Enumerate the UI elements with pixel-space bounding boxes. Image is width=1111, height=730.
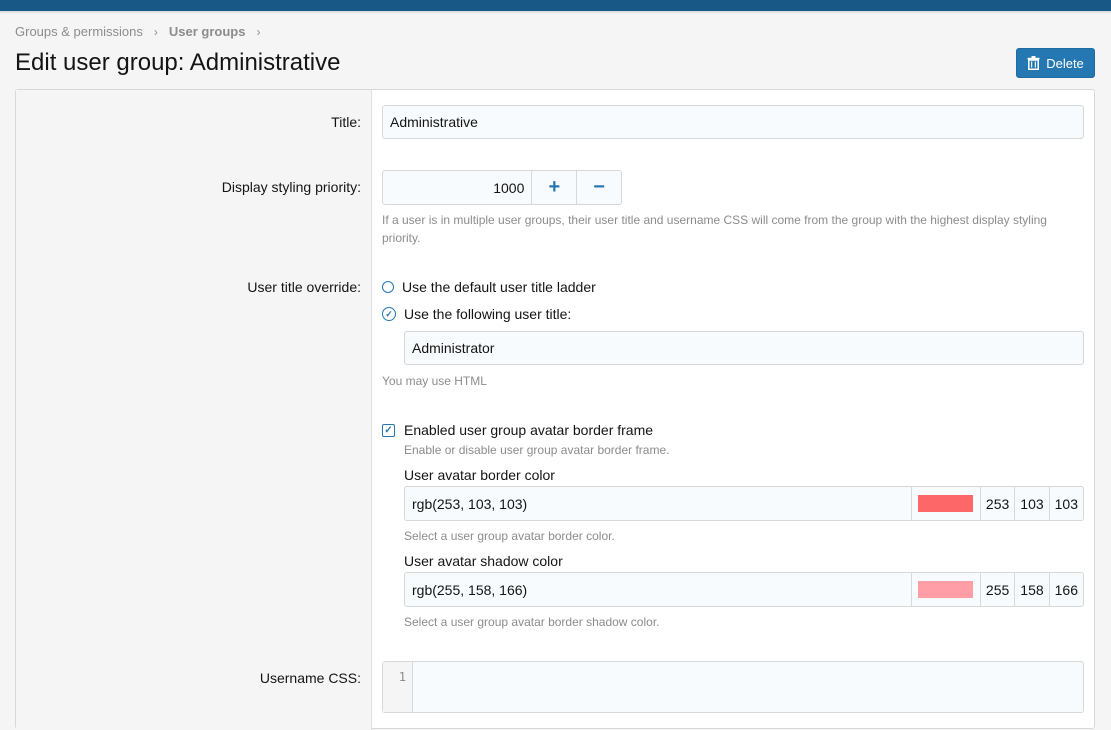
title-input[interactable]: Administrative (382, 105, 1084, 139)
shadow-color-picker[interactable]: rgb(255, 158, 166) 255 158 166 (404, 572, 1084, 607)
radio-unchecked-icon (382, 281, 394, 293)
user-title-hint: You may use HTML (382, 374, 487, 388)
border-color-b: 103 (1048, 487, 1083, 520)
border-color-g: 103 (1014, 487, 1048, 520)
chevron-right-icon: › (153, 24, 158, 39)
username-css-textarea[interactable] (413, 662, 1083, 712)
shadow-color-r: 255 (979, 573, 1014, 606)
shadow-color-g: 158 (1014, 573, 1048, 606)
delete-button-label: Delete (1046, 55, 1084, 71)
increment-button[interactable]: + (532, 171, 576, 204)
radio-custom-label: Use the following user title: (404, 306, 572, 322)
shadow-color-b: 166 (1048, 573, 1083, 606)
border-color-hint: Select a user group avatar border color. (404, 529, 615, 543)
border-color-r: 253 (979, 487, 1014, 520)
avatar-frame-checkbox[interactable]: ✓ Enabled user group avatar border frame (382, 422, 653, 438)
border-color-swatch[interactable] (918, 495, 974, 512)
breadcrumb: Groups & permissions › User groups › (15, 24, 271, 39)
radio-default-title-ladder[interactable]: Use the default user title ladder (382, 279, 596, 295)
top-bar (0, 0, 1111, 11)
page-title: Edit user group: Administrative (15, 49, 341, 76)
priority-input[interactable]: 1000 (383, 171, 533, 204)
chevron-right-icon: › (256, 24, 261, 39)
priority-hint: If a user is in multiple user groups, th… (382, 213, 1047, 245)
radio-checked-icon: ✓ (382, 307, 396, 321)
priority-label: Display styling priority: (221, 179, 361, 195)
user-title-override-label: User title override: (247, 279, 361, 295)
avatar-frame-hint: Enable or disable user group avatar bord… (404, 443, 670, 457)
border-color-picker[interactable]: rgb(253, 103, 103) 253 103 103 (404, 486, 1084, 521)
shadow-color-label: User avatar shadow color (404, 553, 563, 569)
delete-button[interactable]: Delete (1016, 48, 1095, 78)
shadow-color-hint: Select a user group avatar border shadow… (404, 615, 660, 629)
breadcrumb-groups-permissions[interactable]: Groups & permissions (15, 24, 143, 39)
shadow-color-value[interactable]: rgb(255, 158, 166) (405, 573, 911, 606)
username-css-editor[interactable]: 1 (382, 661, 1084, 713)
custom-user-title-input[interactable]: Administrator (404, 331, 1084, 365)
radio-default-label: Use the default user title ladder (402, 279, 596, 295)
radio-custom-title[interactable]: ✓ Use the following user title: (382, 306, 571, 322)
line-number: 1 (383, 662, 413, 712)
priority-stepper: 1000 + − (382, 170, 622, 205)
shadow-color-swatch[interactable] (918, 581, 974, 598)
border-color-value[interactable]: rgb(253, 103, 103) (405, 487, 911, 520)
checkbox-checked-icon: ✓ (382, 423, 395, 437)
decrement-button[interactable]: − (576, 171, 621, 204)
title-label: Title: (331, 114, 361, 130)
breadcrumb-user-groups[interactable]: User groups (169, 24, 246, 39)
trash-icon (1027, 56, 1040, 70)
username-css-label: Username CSS: (259, 670, 361, 686)
avatar-frame-checkbox-label: Enabled user group avatar border frame (404, 422, 654, 438)
border-color-label: User avatar border color (404, 467, 555, 483)
